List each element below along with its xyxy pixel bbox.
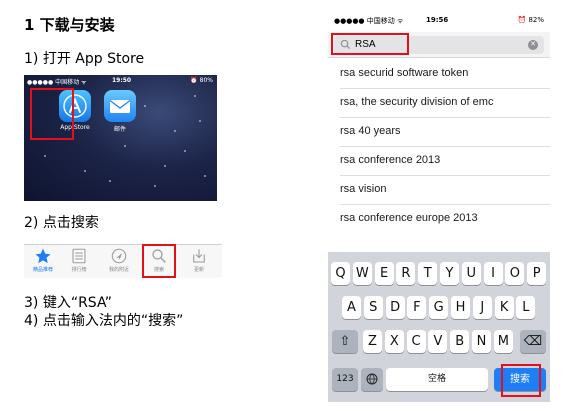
globe-icon (366, 373, 378, 385)
wallpaper-star (154, 185, 156, 187)
globe-key[interactable] (361, 368, 383, 391)
key-z[interactable]: Z (363, 330, 382, 353)
update-icon (193, 249, 205, 263)
highlight-box (331, 33, 409, 55)
highlight-box (501, 364, 541, 397)
key-a[interactable]: A (342, 296, 361, 319)
step-4-text: 4) 点击输入法内的“搜索” (24, 313, 184, 329)
step-3-text: 3) 键入“RSA” (24, 295, 113, 311)
section-title: 1 下载与安装 (24, 16, 115, 34)
wallpaper-star (44, 155, 46, 157)
delete-key[interactable]: ⌫ (520, 330, 546, 353)
wallpaper-star (124, 145, 126, 147)
suggestion-item[interactable]: rsa 40 years (340, 125, 550, 137)
key-t[interactable]: T (418, 262, 438, 285)
key-v[interactable]: V (428, 330, 448, 353)
search-bar: RSA ✕ (328, 32, 550, 58)
wallpaper-star (164, 165, 166, 167)
key-b[interactable]: B (450, 330, 470, 353)
tab-near-me-label: 我的附近 (108, 267, 129, 273)
tab-featured-label: 精品推荐 (32, 267, 53, 273)
search-screen-screenshot: ●●●●● 中国移动 ᯤ 19:56 ⏰ 82% RSA ✕ rsa secur… (328, 12, 550, 402)
key-h[interactable]: H (451, 296, 470, 319)
status-bar: ●●●●● 中国移动 ᯤ 19:50 ⏰ 80% (24, 75, 217, 86)
key-m[interactable]: M (493, 330, 513, 353)
wallpaper-star (174, 130, 176, 132)
tab-near-me[interactable]: 我的附近 (102, 247, 136, 273)
key-d[interactable]: D (385, 296, 405, 319)
suggestion-item[interactable]: rsa conference 2013 (340, 154, 550, 166)
key-u[interactable]: U (461, 262, 481, 285)
wallpaper-star (184, 150, 186, 152)
key-w[interactable]: W (352, 262, 372, 285)
key-i[interactable]: I (483, 262, 503, 285)
divider (340, 204, 550, 205)
key-k[interactable]: K (494, 296, 514, 319)
suggestion-item[interactable]: rsa securid software token (340, 67, 550, 79)
mail-label: 邮件 (113, 126, 126, 133)
key-e[interactable]: E (374, 262, 394, 285)
list-icon (72, 248, 86, 264)
key-f[interactable]: F (407, 296, 427, 319)
key-o[interactable]: O (505, 262, 525, 285)
clock-label: 19:56 (426, 16, 449, 24)
keyboard: MNBVCXZLKJHGFDSAPOIUYTREWQ ⇧ ⌫ 123 空格 搜索 (328, 252, 550, 402)
step-3-4-text: 3) 键入“RSA” 4) 点击输入法内的“搜索” (24, 294, 183, 330)
key-c[interactable]: C (406, 330, 426, 353)
battery-label: ⏰ 80% (190, 77, 213, 84)
shift-key[interactable]: ⇧ (332, 330, 358, 353)
wallpaper-star (199, 120, 201, 122)
mail-icon (104, 90, 136, 122)
star-icon (35, 248, 51, 264)
divider (340, 146, 550, 147)
key-p[interactable]: P (527, 262, 547, 285)
clock-label: 19:50 (112, 77, 132, 84)
carrier-label: ●●●●● 中国移动 ᯤ (27, 79, 87, 86)
key-n[interactable]: N (472, 330, 491, 353)
tab-featured[interactable]: 精品推荐 (26, 247, 60, 273)
divider (340, 117, 550, 118)
wallpaper-star (194, 95, 196, 97)
key-r[interactable]: R (396, 262, 416, 285)
highlight-box (30, 88, 74, 140)
wallpaper-star (109, 180, 111, 182)
highlight-box (142, 244, 176, 278)
clear-icon[interactable]: ✕ (528, 40, 538, 50)
key-g[interactable]: G (429, 296, 449, 319)
key-x[interactable]: X (384, 330, 404, 353)
key-y[interactable]: Y (440, 262, 459, 285)
battery-label: ⏰ 82% (517, 16, 545, 24)
location-icon (111, 248, 127, 264)
numbers-key[interactable]: 123 (332, 368, 358, 391)
tab-updates-label: 更新 (193, 267, 204, 273)
suggestion-item[interactable]: rsa, the security division of emc (340, 96, 550, 108)
wallpaper-star (144, 105, 146, 107)
key-q[interactable]: Q (331, 262, 350, 285)
step-2-text: 2) 点击搜索 (24, 215, 99, 231)
suggestion-item[interactable]: rsa conference europe 2013 (340, 212, 550, 224)
divider (340, 175, 550, 176)
tab-charts[interactable]: 排行榜 (62, 247, 96, 273)
key-l[interactable]: L (516, 296, 536, 319)
key-s[interactable]: S (363, 296, 383, 319)
key-j[interactable]: J (472, 296, 492, 319)
app-store-tab-bar: 精品推荐 排行榜 我的附近 搜索 更新 (24, 244, 222, 278)
wallpaper-star (204, 175, 206, 177)
space-key[interactable]: 空格 (386, 368, 488, 391)
status-bar: ●●●●● 中国移动 ᯤ 19:56 ⏰ 82% (328, 12, 550, 28)
divider (340, 88, 550, 89)
mail-app[interactable]: 邮件 (102, 90, 138, 133)
home-screen-screenshot: ●●●●● 中国移动 ᯤ 19:50 ⏰ 80% App Store 邮件 (24, 75, 217, 201)
tab-charts-label: 排行榜 (71, 267, 87, 273)
suggestion-item[interactable]: rsa vision (340, 183, 550, 195)
step-1-text: 1) 打开 App Store (24, 51, 145, 67)
carrier-label: ●●●●● 中国移动 ᯤ (334, 17, 404, 25)
tab-updates[interactable]: 更新 (182, 247, 216, 273)
wallpaper-star (84, 170, 86, 172)
